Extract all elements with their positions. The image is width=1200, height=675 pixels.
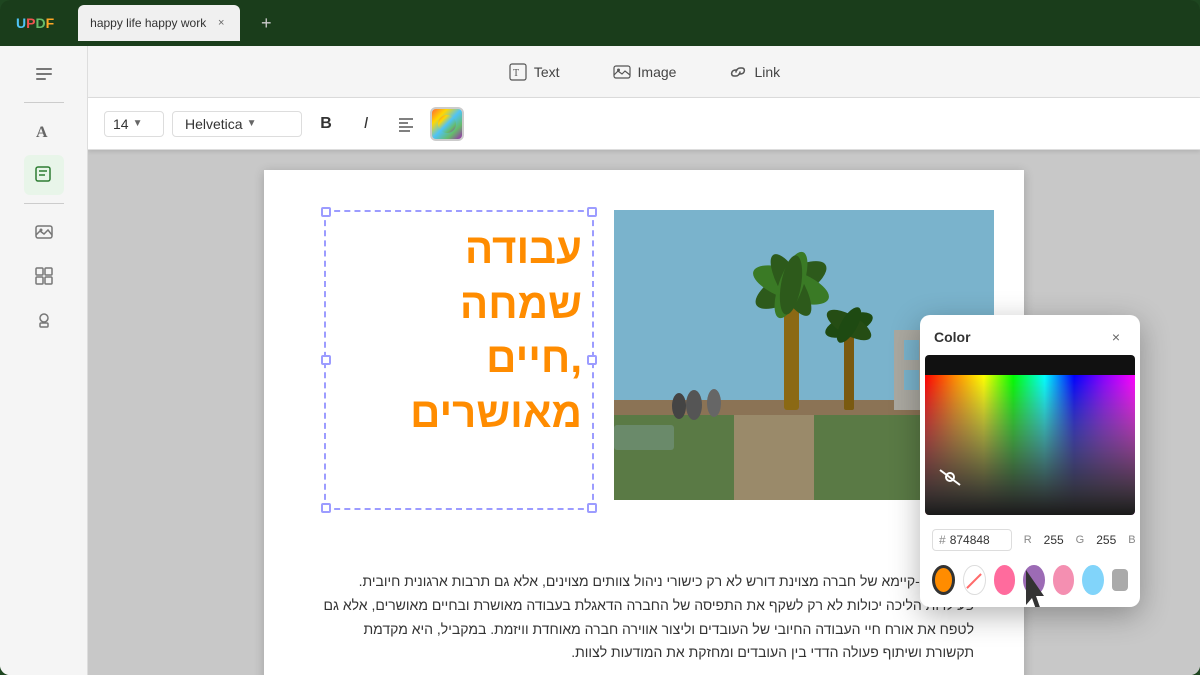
link-icon <box>728 62 748 82</box>
cursor-arrow <box>1018 570 1058 607</box>
sidebar-divider-2 <box>24 203 64 204</box>
color-picker-header: Color × <box>920 315 1140 355</box>
font-family-chevron: ▼ <box>247 118 257 129</box>
sidebar-icon-menu[interactable] <box>24 54 64 94</box>
sidebar-icon-shape[interactable] <box>24 256 64 296</box>
image-tool-button[interactable]: Image <box>602 56 687 88</box>
swatch-gray[interactable] <box>1112 569 1128 591</box>
color-picker-title: Color <box>934 329 971 345</box>
content-area: T Text Image <box>88 46 1200 675</box>
tab-title: happy life happy work <box>90 16 206 30</box>
resize-handle-br[interactable] <box>587 503 597 513</box>
sidebar-icon-text[interactable]: A <box>24 111 64 151</box>
text-tool-label: Text <box>534 64 560 80</box>
color-button[interactable] <box>430 107 464 141</box>
svg-text:T: T <box>513 68 519 79</box>
font-family-selector[interactable]: Helvetica ▼ <box>172 111 302 137</box>
title-bar: UPDF happy life happy work × + <box>0 0 1200 46</box>
page-area: עבודהשמחה,חייםמאושרים <box>88 150 1200 675</box>
image-tool-label: Image <box>638 64 677 80</box>
r-label: R <box>1024 534 1032 546</box>
color-hex-row: # 874848 R 255 G 255 B 255 <box>920 523 1140 557</box>
link-tool-label: Link <box>754 64 780 80</box>
swatch-orange[interactable] <box>932 565 955 595</box>
main-area: A <box>0 46 1200 675</box>
resize-handle-ml[interactable] <box>321 355 331 365</box>
app-logo: UPDF <box>16 15 54 31</box>
font-size-value: 14 <box>113 116 129 132</box>
b-label: B <box>1128 534 1135 546</box>
document-tab[interactable]: happy life happy work × <box>78 5 240 41</box>
tab-close-button[interactable]: × <box>214 16 228 30</box>
text-tool-button[interactable]: T Text <box>498 56 570 88</box>
font-family-value: Helvetica <box>185 116 243 132</box>
bold-button[interactable]: B <box>310 108 342 140</box>
hex-hash: # <box>939 533 946 547</box>
font-size-selector[interactable]: 14 ▼ <box>104 111 164 137</box>
italic-button[interactable]: I <box>350 108 382 140</box>
hebrew-text: עבודהשמחה,חייםמאושרים <box>336 222 582 440</box>
resize-handle-mr[interactable] <box>587 355 597 365</box>
color-picker-popup: Color × <box>920 315 1140 607</box>
resize-handle-tl[interactable] <box>321 207 331 217</box>
font-size-chevron: ▼ <box>133 118 143 129</box>
sidebar-divider-1 <box>24 102 64 103</box>
resize-handle-tr[interactable] <box>587 207 597 217</box>
sidebar-icon-stamp[interactable] <box>24 300 64 340</box>
hex-value: 874848 <box>950 533 1005 547</box>
format-bar: 14 ▼ Helvetica ▼ B I <box>88 98 1200 150</box>
new-tab-button[interactable]: + <box>252 9 280 37</box>
body-paragraph: פיתוח בר-קיימא של חברה מצוינת דורש לא רק… <box>324 573 974 660</box>
swatch-pink[interactable] <box>994 565 1016 595</box>
document-page: עבודהשמחה,חייםמאושרים <box>264 170 1024 675</box>
color-gradient-canvas[interactable] <box>925 355 1135 515</box>
resize-handle-bl[interactable] <box>321 503 331 513</box>
g-label: G <box>1076 534 1085 546</box>
color-picker-close-button[interactable]: × <box>1106 327 1126 347</box>
image-icon <box>612 62 632 82</box>
selected-text-box[interactable]: עבודהשמחה,חייםמאושרים <box>324 210 594 510</box>
sidebar-icon-image[interactable] <box>24 212 64 252</box>
swatch-light-blue[interactable] <box>1082 565 1104 595</box>
edit-toolbar: T Text Image <box>88 46 1200 98</box>
align-button[interactable] <box>390 108 422 140</box>
svg-text:A: A <box>36 124 48 141</box>
sidebar: A <box>0 46 88 675</box>
sidebar-icon-edit[interactable] <box>24 155 64 195</box>
app-window: UPDF happy life happy work × + A <box>0 0 1200 675</box>
swatch-transparent[interactable] <box>963 565 985 595</box>
hex-input[interactable]: # 874848 <box>932 529 1012 551</box>
text-icon: T <box>508 62 528 82</box>
g-value: 255 <box>1096 533 1116 547</box>
r-value: 255 <box>1044 533 1064 547</box>
link-tool-button[interactable]: Link <box>718 56 790 88</box>
body-text: פיתוח בר-קיימא של חברה מצוינת דורש לא רק… <box>314 570 974 665</box>
